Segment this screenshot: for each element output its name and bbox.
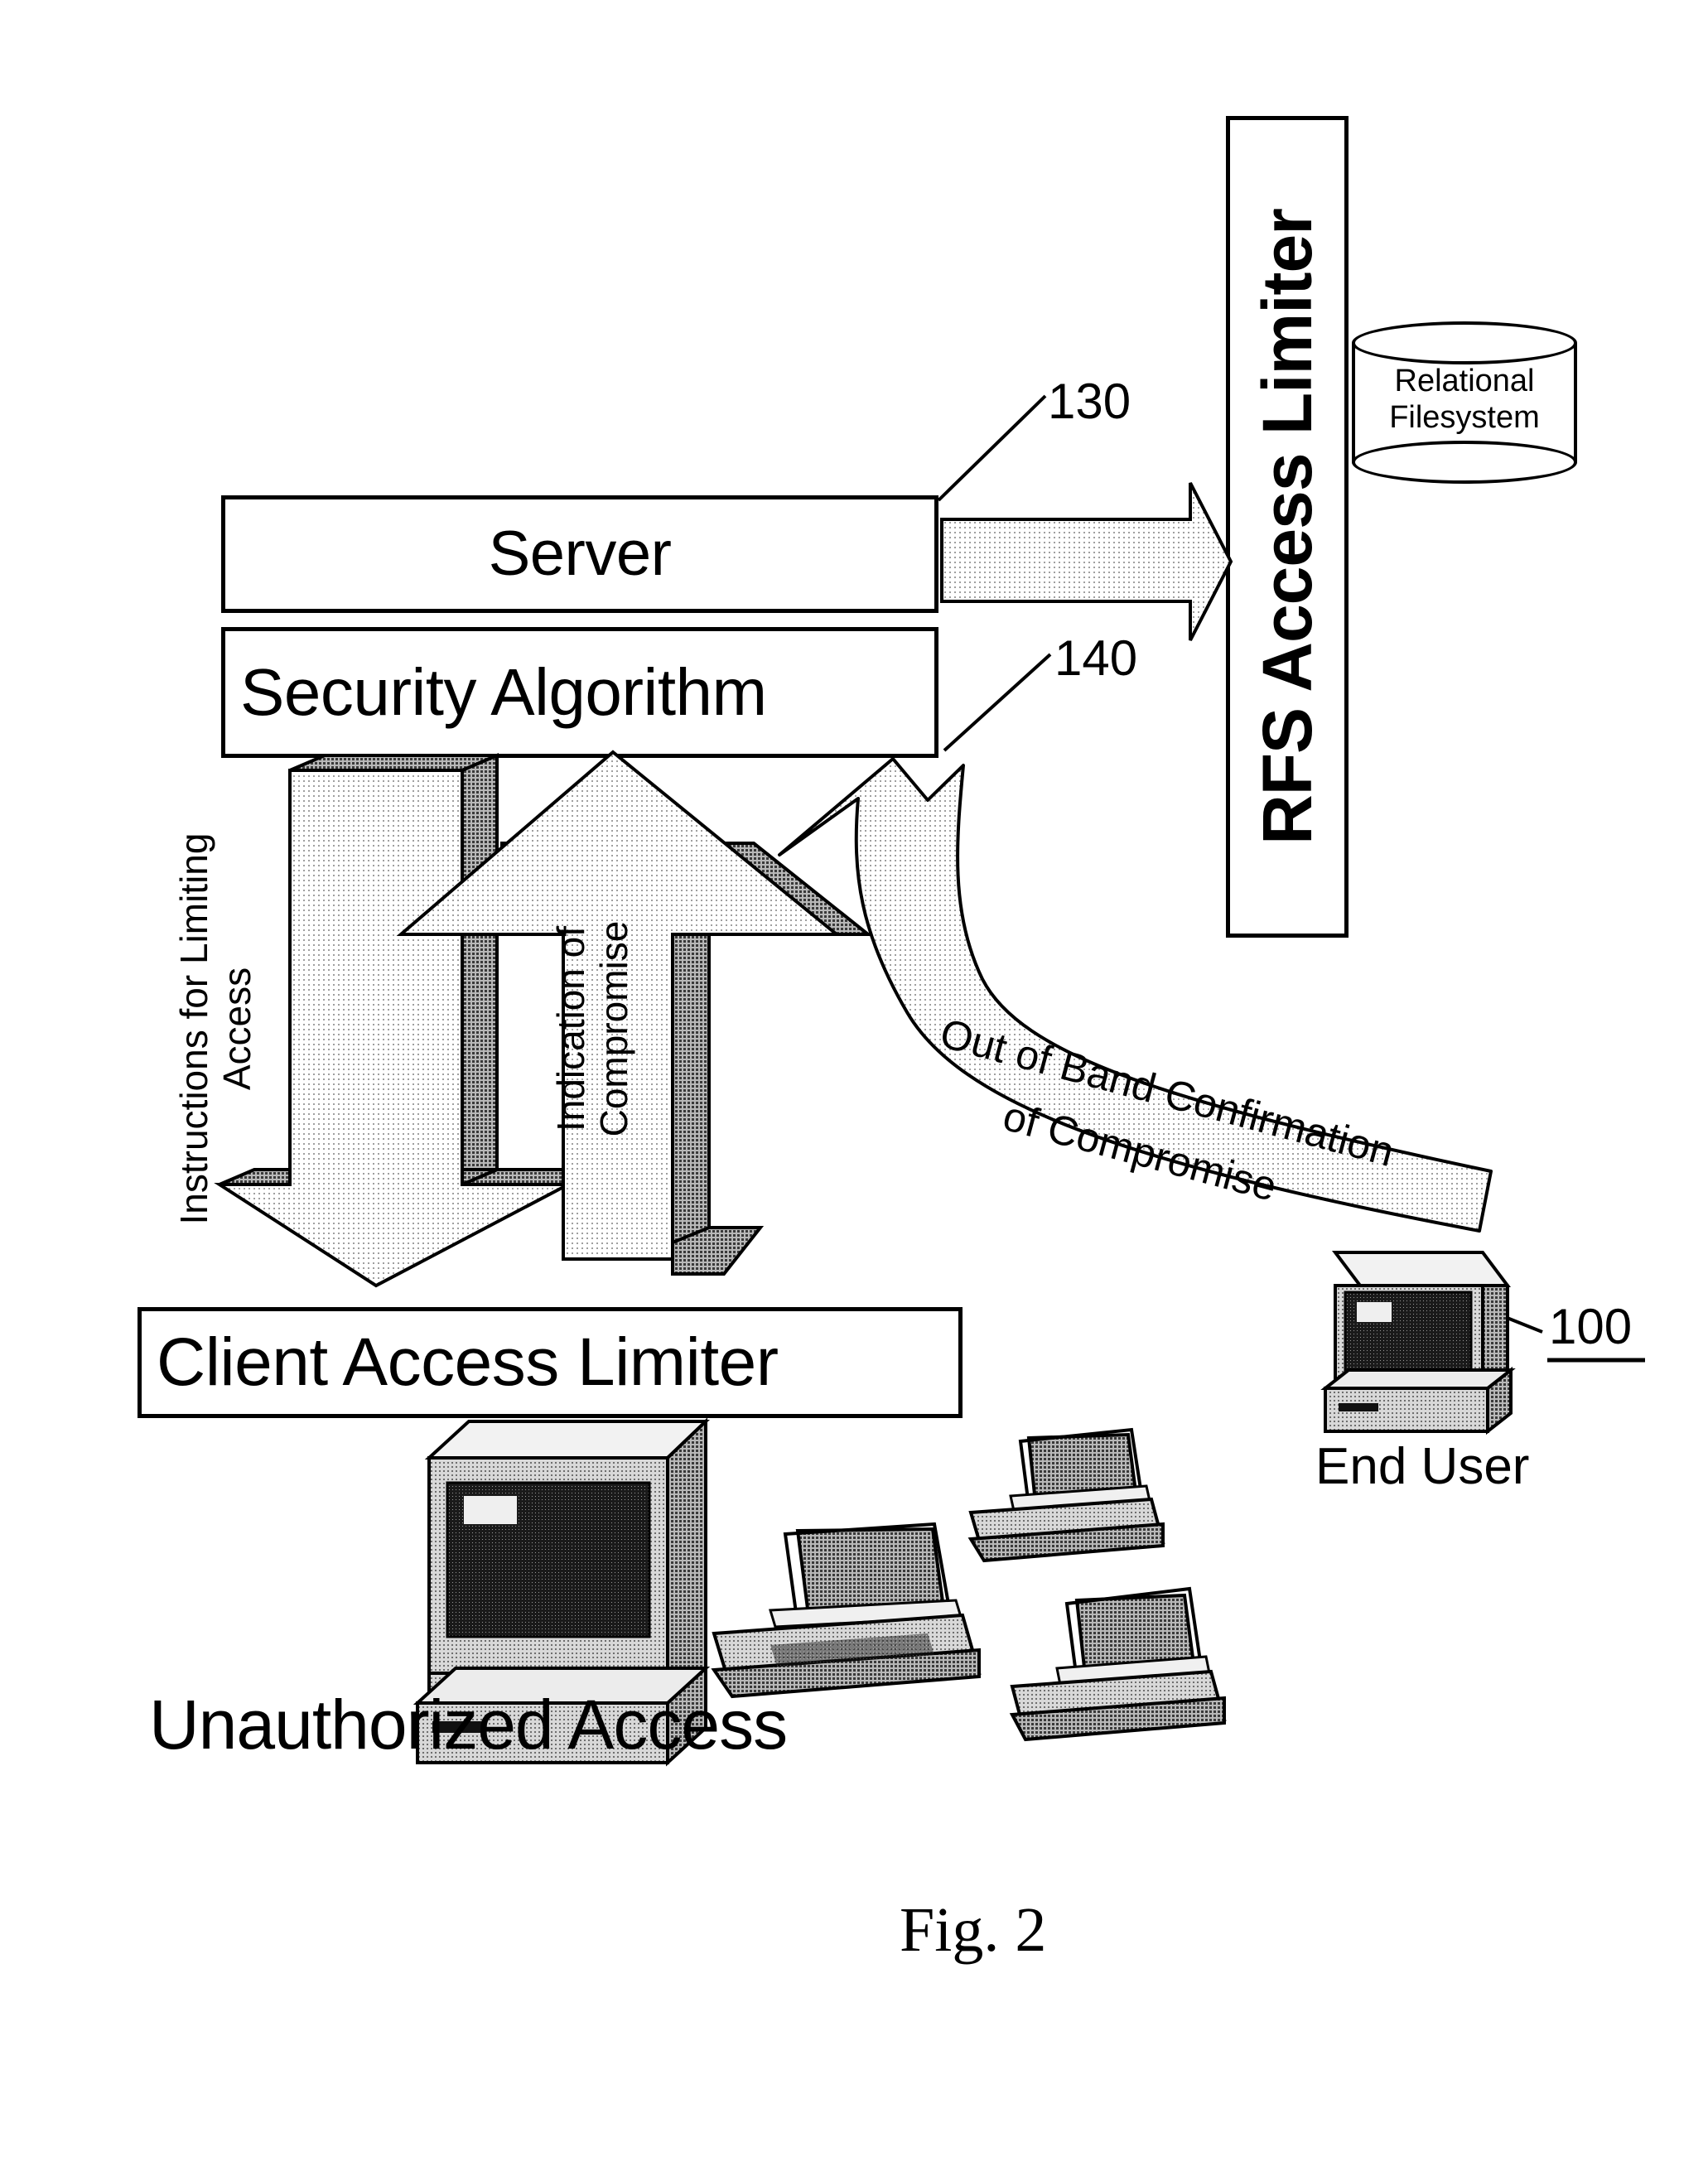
instructions-line2: Access [215,967,258,1091]
instructions-for-limiting-access-label: Instructions for Limiting Access [172,797,258,1261]
indication-line1: Indication of [549,925,592,1132]
indication-of-compromise-label: Indication of Compromise [549,813,635,1244]
leader-line-130 [937,394,1047,502]
unauthorized-access-caption: Unauthorized Access [149,1686,788,1763]
leader-line-140 [943,653,1052,752]
reference-numeral-140: 140 [1054,630,1138,686]
instructions-line1: Instructions for Limiting [172,832,215,1225]
end-user-computer [1320,1251,1516,1435]
server-to-rfs-arrow [940,482,1233,641]
reference-numeral-100: 100 [1549,1299,1633,1354]
end-user-caption: End User [1315,1438,1530,1495]
reference-numeral-130: 130 [1048,374,1131,429]
figure-label: Fig. 2 [900,1895,1047,1965]
laptop-front [711,1522,982,1699]
laptop-lower-right [1009,1586,1227,1742]
laptop-upper-right [967,1427,1165,1563]
patent-figure-sheet: Server Security Algorithm Client Access … [0,0,1708,2176]
indication-line2: Compromise [592,920,635,1137]
